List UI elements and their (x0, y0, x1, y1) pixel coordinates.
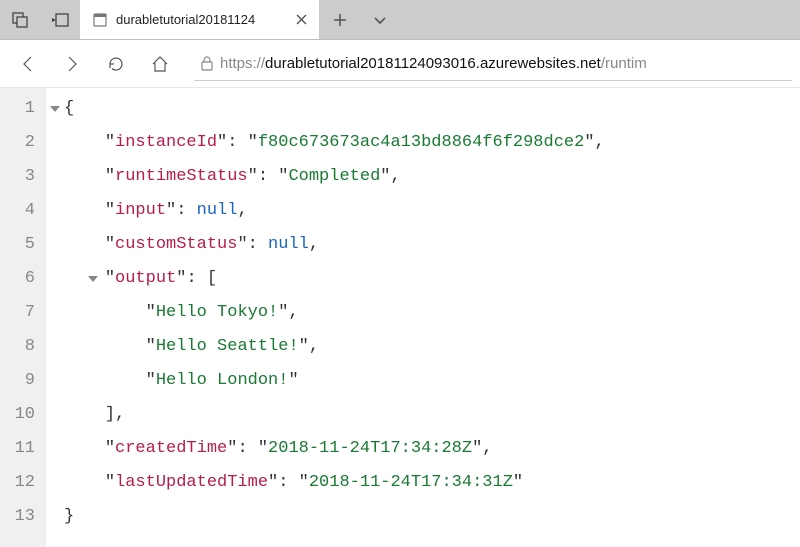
line-number: 5 (0, 228, 35, 262)
line-number: 8 (0, 330, 35, 364)
back-button[interactable] (8, 44, 48, 84)
fold-caret-icon[interactable] (50, 106, 60, 112)
line-number: 2 (0, 126, 35, 160)
line-number: 13 (0, 500, 35, 534)
code-line: "Hello Seattle!", (64, 330, 605, 364)
new-tab-icon[interactable] (320, 0, 360, 39)
code-line: "runtimeStatus": "Completed", (64, 160, 605, 194)
tab-close-icon[interactable] (293, 12, 309, 28)
fold-caret-icon[interactable] (88, 276, 98, 282)
line-number: 3 (0, 160, 35, 194)
code-line: { (64, 92, 605, 126)
code-line: "Hello Tokyo!", (64, 296, 605, 330)
tab-actions-left-icon[interactable] (0, 0, 40, 39)
code-line: } (64, 500, 605, 534)
code-line: "Hello London!" (64, 364, 605, 398)
nav-toolbar: https://durabletutorial20181124093016.az… (0, 40, 800, 88)
tab-preview-chevron-icon[interactable] (360, 0, 400, 39)
json-viewer: 1 2 3 4 5 6 7 8 9 10 11 12 13 { "instanc… (0, 88, 800, 547)
line-number: 1 (0, 92, 35, 126)
home-button[interactable] (140, 44, 180, 84)
url-scheme: https:// (220, 55, 265, 72)
line-number: 10 (0, 398, 35, 432)
line-number: 12 (0, 466, 35, 500)
address-bar[interactable]: https://durabletutorial20181124093016.az… (194, 47, 792, 81)
address-url: https://durabletutorial20181124093016.az… (220, 55, 647, 72)
url-host: durabletutorial20181124093016.azurewebsi… (265, 55, 601, 72)
tab-title: durabletutorial20181124 (116, 12, 285, 27)
line-number: 9 (0, 364, 35, 398)
code-line: "createdTime": "2018-11-24T17:34:28Z", (64, 432, 605, 466)
set-aside-tabs-icon[interactable] (40, 0, 80, 39)
titlebar: durabletutorial20181124 (0, 0, 800, 40)
tab-favicon-icon (92, 12, 108, 28)
browser-tab[interactable]: durabletutorial20181124 (80, 0, 320, 39)
line-number: 4 (0, 194, 35, 228)
forward-button[interactable] (52, 44, 92, 84)
code-line: "instanceId": "f80c673673ac4a13bd8864f6f… (64, 126, 605, 160)
line-number: 6 (0, 262, 35, 296)
code-line: "output": [ (64, 262, 605, 296)
line-number-gutter: 1 2 3 4 5 6 7 8 9 10 11 12 13 (0, 88, 46, 547)
code-line: "lastUpdatedTime": "2018-11-24T17:34:31Z… (64, 466, 605, 500)
lock-icon (200, 55, 214, 71)
line-number: 7 (0, 296, 35, 330)
json-code: { "instanceId": "f80c673673ac4a13bd8864f… (46, 88, 605, 547)
code-line: "customStatus": null, (64, 228, 605, 262)
code-line: "input": null, (64, 194, 605, 228)
url-path: /runtim (601, 55, 647, 72)
refresh-button[interactable] (96, 44, 136, 84)
code-line: ], (64, 398, 605, 432)
line-number: 11 (0, 432, 35, 466)
